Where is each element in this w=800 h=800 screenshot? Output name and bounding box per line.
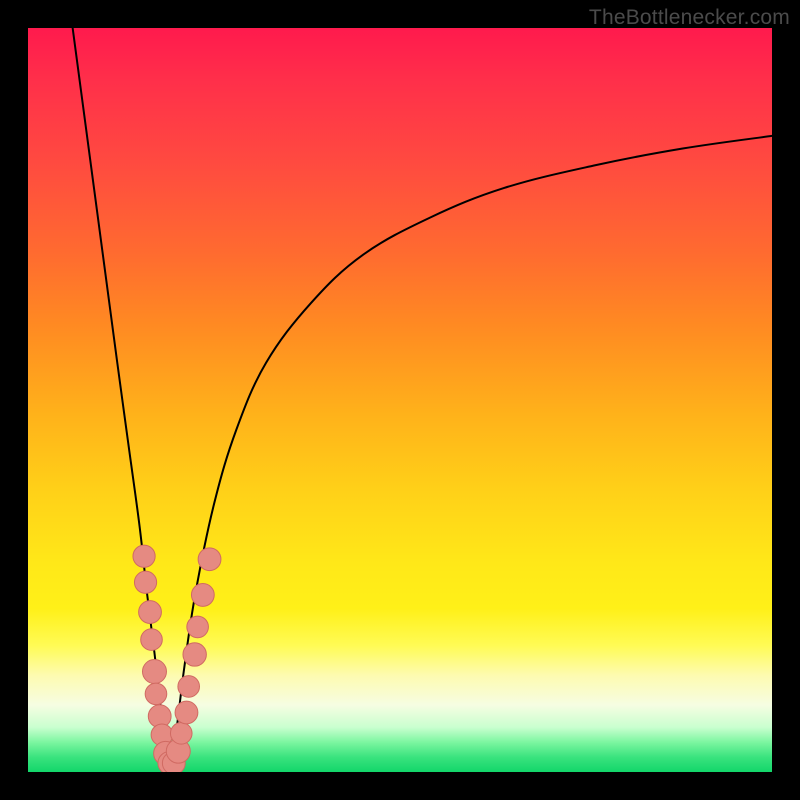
plot-area xyxy=(28,28,772,772)
outer-frame: TheBottlenecker.com xyxy=(0,0,800,800)
watermark-text: TheBottlenecker.com xyxy=(589,6,790,30)
background-gradient xyxy=(28,28,772,772)
